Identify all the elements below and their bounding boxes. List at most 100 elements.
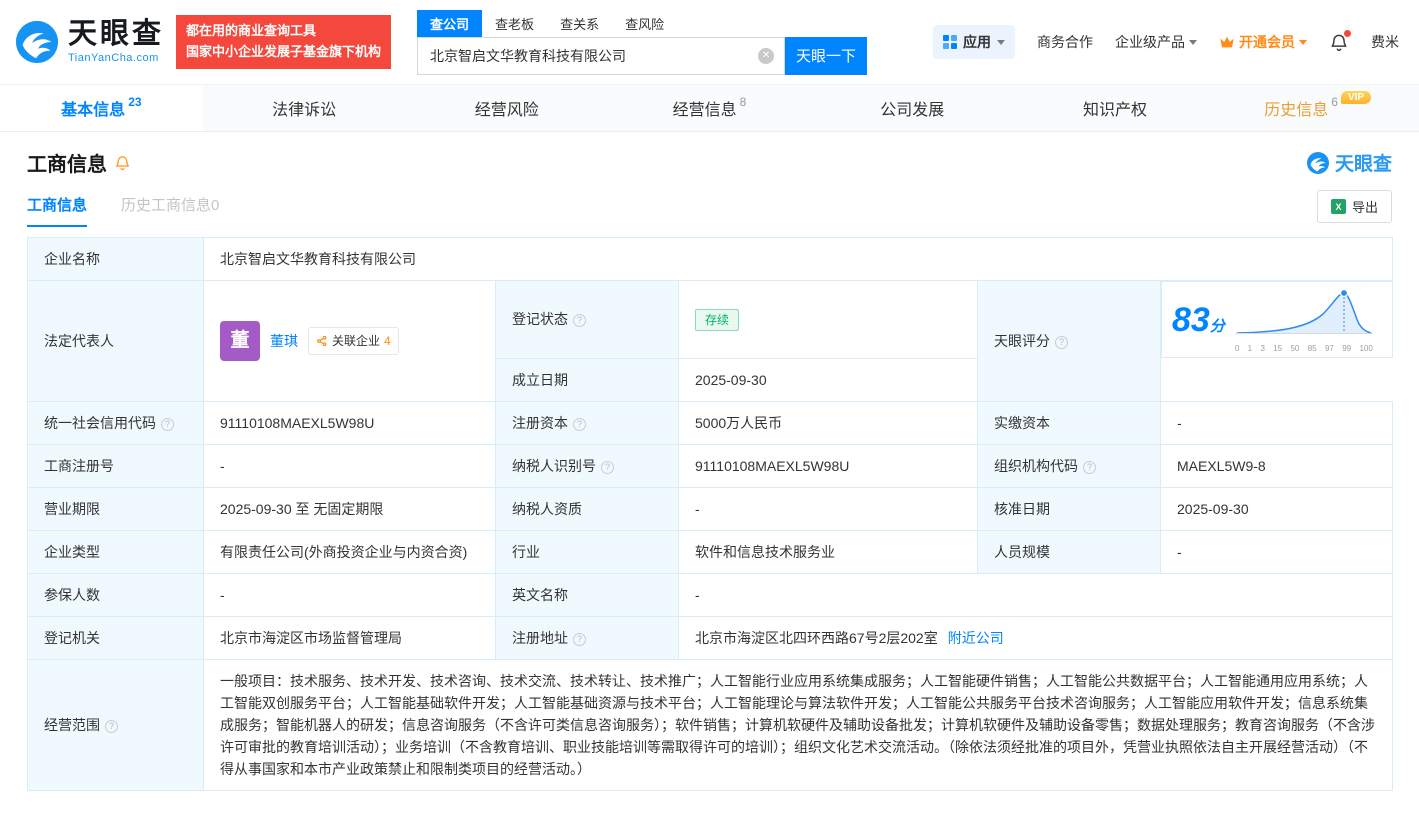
table-row: 企业类型 有限责任公司(外商投资企业与内资合资) 行业 软件和信息技术服务业 人… <box>28 530 1393 573</box>
label-establish-date: 成立日期 <box>496 358 679 401</box>
value-company-name: 北京智启文华教育科技有限公司 <box>204 238 1393 281</box>
tab-operation-risk[interactable]: 经营风险 <box>405 85 608 131</box>
notification-dot <box>1344 30 1351 37</box>
value-taxpayer-quality: - <box>679 487 978 530</box>
subtab-history-business-info[interactable]: 历史工商信息0 <box>121 194 219 227</box>
value-approval-date: 2025-09-30 <box>1161 487 1393 530</box>
label-industry: 行业 <box>496 530 679 573</box>
table-row: 工商注册号 - 纳税人识别号? 91110108MAEXL5W98U 组织机构代… <box>28 444 1393 487</box>
tab-count: 6 <box>1331 95 1338 109</box>
logo-name: 天眼查 <box>68 20 164 49</box>
label-english-name: 英文名称 <box>496 573 679 616</box>
help-icon[interactable]: ? <box>573 418 586 431</box>
value-business-term: 2025-09-30 至 无固定期限 <box>204 487 496 530</box>
subscribe-bell-icon[interactable] <box>114 154 131 171</box>
tab-basic-info[interactable]: 基本信息23 <box>0 85 203 131</box>
value-paid-capital: - <box>1161 401 1393 444</box>
legal-rep-cell: 董 董琪 关联企业 4 <box>220 321 479 361</box>
related-companies-badge[interactable]: 关联企业 4 <box>308 327 399 355</box>
company-tab-bar: 基本信息23 法律诉讼 经营风险 经营信息8 公司发展 知识产权 历史信息6VI… <box>0 84 1419 132</box>
tab-label: 历史信息 <box>1264 96 1328 120</box>
nav-cooperation[interactable]: 商务合作 <box>1037 32 1093 52</box>
logo-swirl-icon <box>14 19 60 65</box>
help-icon[interactable]: ? <box>573 633 586 646</box>
search-tab-risk[interactable]: 查风险 <box>612 10 677 37</box>
label-taxpayer-quality: 纳税人资质 <box>496 487 679 530</box>
business-info-table: 企业名称 北京智启文华教育科技有限公司 法定代表人 董 董琪 关联企业 4 <box>27 237 1393 791</box>
search-area: 查公司 查老板 查关系 查风险 ✕ 天眼一下 <box>417 10 867 75</box>
tab-label: 经营信息 <box>673 96 737 120</box>
nav-cooperation-label: 商务合作 <box>1037 32 1093 52</box>
label-reg-address: 注册地址? <box>496 616 679 659</box>
value-org-code: MAEXL5W9-8 <box>1161 444 1393 487</box>
tab-company-development[interactable]: 公司发展 <box>811 85 1014 131</box>
export-button[interactable]: X 导出 <box>1317 190 1392 223</box>
nav-apps[interactable]: 应用 <box>933 25 1015 59</box>
help-icon[interactable]: ? <box>1055 336 1068 349</box>
relation-icon <box>316 335 328 347</box>
value-reg-number: - <box>204 444 496 487</box>
tab-operation-info[interactable]: 经营信息8 <box>608 85 811 131</box>
help-icon[interactable]: ? <box>161 418 174 431</box>
nav-enterprise-label: 企业级产品 <box>1115 32 1185 52</box>
value-taxpayer-id: 91110108MAEXL5W98U <box>679 444 978 487</box>
table-row: 营业期限 2025-09-30 至 无固定期限 纳税人资质 - 核准日期 202… <box>28 487 1393 530</box>
label-taxpayer-id: 纳税人识别号? <box>496 444 679 487</box>
table-row: 法定代表人 董 董琪 关联企业 4 登记状态? 存续 天 <box>28 281 1393 359</box>
help-icon[interactable]: ? <box>105 720 118 733</box>
tab-label: 公司发展 <box>880 96 944 120</box>
score-value: 83 <box>1172 301 1210 339</box>
legal-rep-avatar[interactable]: 董 <box>220 321 260 361</box>
tab-label: 基本信息 <box>61 96 125 120</box>
status-badge: 存续 <box>695 309 739 331</box>
label-company-type: 企业类型 <box>28 530 204 573</box>
nav-open-vip[interactable]: 开通会员 <box>1219 32 1307 52</box>
label-business-scope: 经营范围? <box>28 659 204 790</box>
username: 费米 <box>1371 32 1399 52</box>
chevron-down-icon <box>1299 40 1307 49</box>
subtab-row: 工商信息 历史工商信息0 X 导出 <box>27 189 1392 227</box>
nav-enterprise[interactable]: 企业级产品 <box>1115 32 1197 52</box>
value-reg-authority: 北京市海淀区市场监督管理局 <box>204 616 496 659</box>
section-title: 工商信息 <box>27 148 107 177</box>
notification-bell[interactable] <box>1329 32 1349 52</box>
label-reg-number: 工商注册号 <box>28 444 204 487</box>
vip-badge: VIP <box>1341 91 1371 104</box>
value-business-scope: 一般项目：技术服务、技术开发、技术咨询、技术交流、技术转让、技术推广；人工智能行… <box>204 659 1393 790</box>
search-tab-company[interactable]: 查公司 <box>417 10 482 37</box>
label-reg-authority: 登记机关 <box>28 616 204 659</box>
subtab-business-info[interactable]: 工商信息 <box>27 194 87 227</box>
label-paid-capital: 实缴资本 <box>978 401 1161 444</box>
label-insured-count: 参保人数 <box>28 573 204 616</box>
help-icon[interactable]: ? <box>1083 461 1096 474</box>
related-label: 关联企业 <box>332 330 380 352</box>
nearby-companies-link[interactable]: 附近公司 <box>948 630 1004 646</box>
help-icon[interactable]: ? <box>601 461 614 474</box>
label-company-name: 企业名称 <box>28 238 204 281</box>
legal-rep-name-link[interactable]: 董琪 <box>270 330 298 352</box>
table-row: 参保人数 - 英文名称 - <box>28 573 1393 616</box>
value-credit-code: 91110108MAEXL5W98U <box>204 401 496 444</box>
label-score: 天眼评分? <box>978 281 1161 402</box>
label-business-term: 营业期限 <box>28 487 204 530</box>
tab-legal-litigation[interactable]: 法律诉讼 <box>203 85 406 131</box>
tab-history-info[interactable]: 历史信息6VIP <box>1216 85 1419 131</box>
search-tab-relation[interactable]: 查关系 <box>547 10 612 37</box>
search-input[interactable] <box>428 47 758 65</box>
tab-intellectual-property[interactable]: 知识产权 <box>1014 85 1217 131</box>
search-tab-boss[interactable]: 查老板 <box>482 10 547 37</box>
header-nav: 应用 商务合作 企业级产品 开通会员 费米 <box>933 25 1399 59</box>
table-row: 企业名称 北京智启文华教育科技有限公司 <box>28 238 1393 281</box>
tab-label: 法律诉讼 <box>272 96 336 120</box>
score-cell: 83分 0131550859799100 <box>1161 281 1393 358</box>
tab-count: 8 <box>740 95 747 109</box>
tianyancha-logo[interactable]: 天眼查 TianYanCha.com <box>14 19 164 65</box>
clear-search-icon[interactable]: ✕ <box>758 48 774 64</box>
search-button[interactable]: 天眼一下 <box>785 37 867 75</box>
slogan-line1: 都在用的商业查询工具 <box>186 21 381 42</box>
help-icon[interactable]: ? <box>573 314 586 327</box>
crown-icon <box>1219 35 1235 49</box>
logo-swirl-icon <box>1306 151 1330 175</box>
nav-user[interactable]: 费米 <box>1371 32 1399 52</box>
search-box: ✕ <box>417 37 785 75</box>
